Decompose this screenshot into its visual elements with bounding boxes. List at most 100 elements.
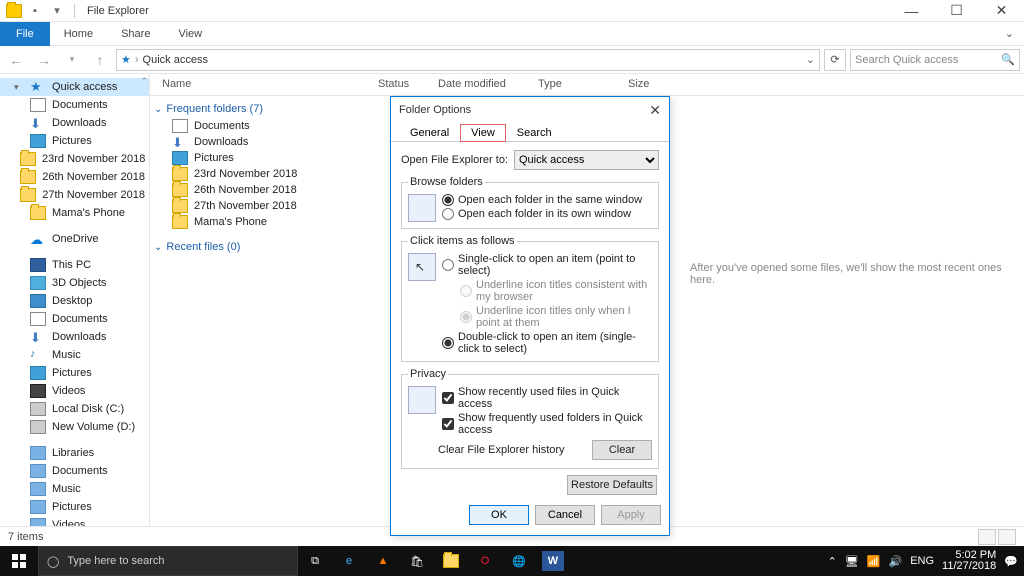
nav-lib-documents[interactable]: Documents bbox=[0, 462, 149, 480]
refresh-button[interactable]: ⟳ bbox=[824, 49, 846, 71]
nav-libraries[interactable]: Libraries bbox=[0, 444, 149, 462]
view-icons-button[interactable] bbox=[998, 529, 1016, 545]
nav-pc-videos[interactable]: Videos bbox=[0, 382, 149, 400]
taskbar-app-word[interactable]: W bbox=[542, 551, 564, 571]
clear-button[interactable]: Clear bbox=[592, 440, 652, 460]
tab-search[interactable]: Search bbox=[506, 124, 563, 142]
dialog-body: Open File Explorer to: Quick access Brow… bbox=[391, 142, 669, 499]
nav-pc-3dobjects[interactable]: 3D Objects bbox=[0, 274, 149, 292]
ribbon-tab-home[interactable]: Home bbox=[50, 24, 107, 44]
open-to-select[interactable]: Quick access bbox=[514, 150, 659, 170]
nav-qa-documents[interactable]: Documents bbox=[0, 96, 149, 114]
nav-lib-videos[interactable]: Videos bbox=[0, 516, 149, 526]
nav-pc-downloads[interactable]: ⬇Downloads bbox=[0, 328, 149, 346]
col-status[interactable]: Status bbox=[370, 74, 430, 95]
window-controls: — ☐ ✕ bbox=[889, 0, 1024, 22]
click-items-group: Click items as follows ↖ Single-click to… bbox=[401, 235, 659, 362]
tray-language[interactable]: ENG bbox=[910, 555, 934, 567]
taskbar-app-vlc[interactable]: ▲ bbox=[366, 546, 400, 576]
ok-button[interactable]: OK bbox=[469, 505, 529, 525]
nav-qa-folder[interactable]: 27th November 2018 bbox=[0, 186, 149, 204]
tab-general[interactable]: General bbox=[399, 124, 460, 142]
nav-forward-button[interactable]: → bbox=[32, 48, 56, 72]
col-date[interactable]: Date modified bbox=[430, 74, 530, 95]
nav-pc-localdisk[interactable]: Local Disk (C:) bbox=[0, 400, 149, 418]
ribbon-tab-share[interactable]: Share bbox=[107, 24, 164, 44]
nav-pc-newvolume[interactable]: New Volume (D:) bbox=[0, 418, 149, 436]
dialog-titlebar[interactable]: Folder Options ✕ bbox=[391, 97, 669, 123]
qat-dropdown[interactable]: ▾ bbox=[48, 3, 66, 19]
nav-qa-pictures[interactable]: Pictures bbox=[0, 132, 149, 150]
check-frequent-folders[interactable]: Show frequently used folders in Quick ac… bbox=[442, 412, 652, 436]
nav-qa-folder[interactable]: 23rd November 2018 bbox=[0, 150, 149, 168]
view-details-button[interactable] bbox=[978, 529, 996, 545]
search-icon: 🔍 bbox=[1001, 53, 1015, 66]
cortana-icon: ◯ bbox=[47, 555, 59, 568]
taskbar-app-edge[interactable]: e bbox=[332, 546, 366, 576]
taskbar-app-chrome[interactable]: 🌐 bbox=[502, 546, 536, 576]
col-type[interactable]: Type bbox=[530, 74, 620, 95]
clear-history-label: Clear File Explorer history bbox=[438, 444, 565, 456]
radio-same-window[interactable]: Open each folder in the same window bbox=[442, 194, 642, 206]
ribbon-file-tab[interactable]: File bbox=[0, 22, 50, 46]
address-dropdown-icon[interactable]: ⌄ bbox=[806, 53, 815, 66]
tray-clock[interactable]: 5:02 PM 11/27/2018 bbox=[942, 550, 996, 572]
nav-lib-music[interactable]: Music bbox=[0, 480, 149, 498]
nav-back-button[interactable]: ← bbox=[4, 48, 28, 72]
close-button[interactable]: ✕ bbox=[979, 0, 1024, 22]
item-count: 7 items bbox=[8, 531, 43, 543]
taskbar-app-explorer[interactable] bbox=[434, 546, 468, 576]
maximize-button[interactable]: ☐ bbox=[934, 0, 979, 22]
column-headers: Name Status Date modified Type Size bbox=[150, 74, 1024, 96]
nav-qa-folder[interactable]: 26th November 2018 bbox=[0, 168, 149, 186]
nav-qa-downloads[interactable]: ⬇Downloads bbox=[0, 114, 149, 132]
click-icon: ↖ bbox=[408, 253, 436, 281]
restore-defaults-button[interactable]: Restore Defaults bbox=[567, 475, 657, 495]
nav-pc-documents[interactable]: Documents bbox=[0, 310, 149, 328]
col-name[interactable]: Name bbox=[150, 74, 370, 95]
search-box[interactable]: Search Quick access 🔍 bbox=[850, 49, 1020, 71]
tray-up-icon[interactable]: ⌃ bbox=[828, 555, 837, 568]
breadcrumb[interactable]: Quick access bbox=[143, 54, 208, 66]
nav-pc-desktop[interactable]: Desktop bbox=[0, 292, 149, 310]
ribbon-collapse-icon[interactable]: ⌄ bbox=[995, 27, 1024, 40]
nav-pc-music[interactable]: ♪Music bbox=[0, 346, 149, 364]
start-button[interactable] bbox=[0, 554, 38, 568]
dialog-close-button[interactable]: ✕ bbox=[649, 102, 661, 119]
tray-notifications-icon[interactable]: 💬 bbox=[1004, 555, 1018, 568]
check-recent-files[interactable]: Show recently used files in Quick access bbox=[442, 386, 652, 410]
navigation-pane[interactable]: ⌃ ▾★Quick access Documents ⬇Downloads Pi… bbox=[0, 74, 150, 526]
nav-up-button[interactable]: ↑ bbox=[88, 48, 112, 72]
nav-history-dropdown[interactable]: ▾ bbox=[60, 48, 84, 72]
nav-lib-pictures[interactable]: Pictures bbox=[0, 498, 149, 516]
nav-quick-access[interactable]: ▾★Quick access bbox=[0, 78, 149, 96]
tray-volume-icon[interactable]: 🔊 bbox=[889, 555, 903, 568]
address-bar[interactable]: ★ › Quick access ⌄ bbox=[116, 49, 820, 71]
qat-btn[interactable]: ▪ bbox=[26, 3, 44, 19]
quick-access-toolbar: ▪ ▾ File Explorer bbox=[0, 3, 149, 19]
minimize-button[interactable]: — bbox=[889, 0, 934, 22]
nav-qa-folder[interactable]: Mama's Phone bbox=[0, 204, 149, 222]
tab-view[interactable]: View bbox=[460, 124, 506, 142]
ribbon-tab-view[interactable]: View bbox=[164, 24, 216, 44]
nav-this-pc[interactable]: This PC bbox=[0, 256, 149, 274]
scroll-up-icon[interactable]: ⌃ bbox=[140, 76, 148, 87]
crumb-separator: › bbox=[135, 54, 139, 66]
radio-double-click[interactable]: Double-click to open an item (single-cli… bbox=[442, 331, 652, 355]
titlebar: ▪ ▾ File Explorer — ☐ ✕ bbox=[0, 0, 1024, 22]
tray-icon[interactable]: 🖥 bbox=[845, 555, 859, 568]
radio-single-click[interactable]: Single-click to open an item (point to s… bbox=[442, 253, 652, 277]
tray-network-icon[interactable]: 📶 bbox=[867, 555, 881, 568]
taskbar-app-opera[interactable]: O bbox=[468, 546, 502, 576]
nav-onedrive[interactable]: ☁OneDrive bbox=[0, 230, 149, 248]
apply-button[interactable]: Apply bbox=[601, 505, 661, 525]
nav-pc-pictures[interactable]: Pictures bbox=[0, 364, 149, 382]
col-size[interactable]: Size bbox=[620, 74, 680, 95]
task-view-button[interactable]: ⧉ bbox=[298, 546, 332, 576]
radio-own-window[interactable]: Open each folder in its own window bbox=[442, 208, 642, 220]
taskbar-search[interactable]: ◯Type here to search bbox=[38, 546, 298, 576]
taskbar-app-store[interactable]: 🛍 bbox=[400, 546, 434, 576]
radio-underline-browser: Underline icon titles consistent with my… bbox=[442, 279, 652, 303]
browse-legend: Browse folders bbox=[408, 176, 485, 188]
cancel-button[interactable]: Cancel bbox=[535, 505, 595, 525]
